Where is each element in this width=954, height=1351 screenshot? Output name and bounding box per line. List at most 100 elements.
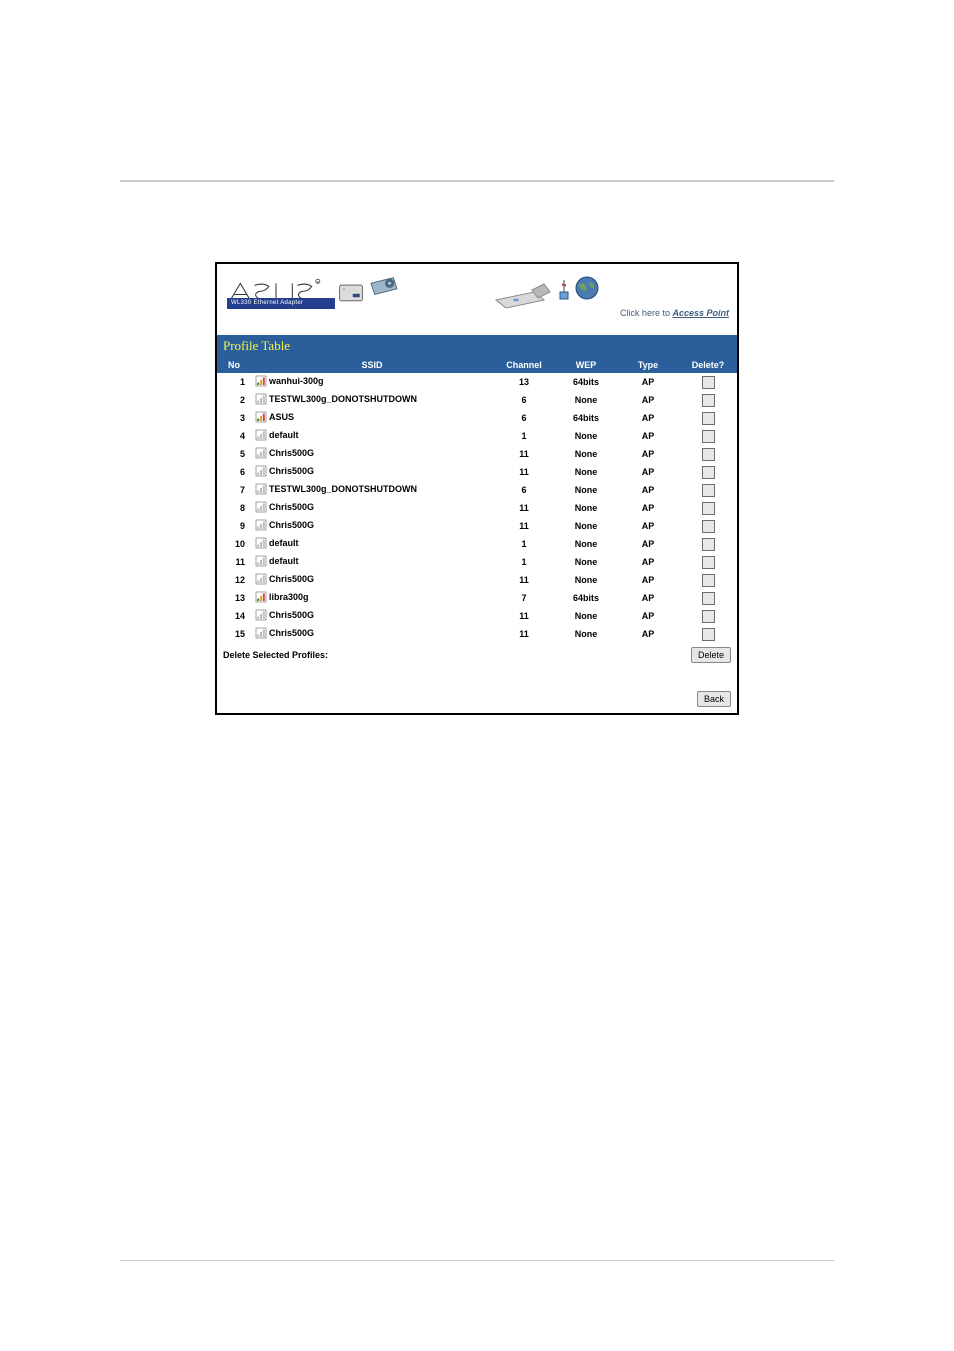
ssid-link[interactable]: libra300g bbox=[269, 592, 309, 602]
delete-checkbox[interactable] bbox=[702, 628, 715, 641]
cell-wep: 64bits bbox=[555, 409, 617, 427]
cell-type: AP bbox=[617, 409, 679, 427]
cell-ssid: Chris500G bbox=[251, 625, 493, 643]
ssid-link[interactable]: Chris500G bbox=[269, 520, 314, 530]
cell-ssid: default bbox=[251, 535, 493, 553]
cell-delete bbox=[679, 427, 737, 445]
cell-wep: None bbox=[555, 571, 617, 589]
cell-wep: None bbox=[555, 535, 617, 553]
cell-channel: 7 bbox=[493, 589, 555, 607]
cell-no: 15 bbox=[217, 625, 251, 643]
delete-button[interactable]: Delete bbox=[691, 647, 731, 663]
signal-icon bbox=[255, 447, 267, 459]
table-row: 3 ASUS664bitsAP bbox=[217, 409, 737, 427]
cell-no: 14 bbox=[217, 607, 251, 625]
signal-icon bbox=[255, 519, 267, 531]
delete-checkbox[interactable] bbox=[702, 430, 715, 443]
ap-tower-icon bbox=[557, 278, 571, 300]
ssid-link[interactable]: wanhui-300g bbox=[269, 376, 324, 386]
cell-wep: None bbox=[555, 427, 617, 445]
cell-no: 4 bbox=[217, 427, 251, 445]
ssid-link[interactable]: Chris500G bbox=[269, 628, 314, 638]
cell-ssid: Chris500G bbox=[251, 499, 493, 517]
product-label: WL330 Ethernet Adapter bbox=[227, 298, 335, 309]
cell-ssid: wanhui-300g bbox=[251, 373, 493, 391]
cell-type: AP bbox=[617, 589, 679, 607]
cell-type: AP bbox=[617, 499, 679, 517]
signal-icon bbox=[255, 609, 267, 621]
cell-wep: None bbox=[555, 481, 617, 499]
cell-ssid: Chris500G bbox=[251, 445, 493, 463]
delete-checkbox[interactable] bbox=[702, 556, 715, 569]
delete-checkbox[interactable] bbox=[702, 466, 715, 479]
ssid-link[interactable]: default bbox=[269, 538, 299, 548]
table-row: 2 TESTWL300g_DONOTSHUTDOWN6NoneAP bbox=[217, 391, 737, 409]
signal-icon bbox=[255, 501, 267, 513]
delete-checkbox[interactable] bbox=[702, 502, 715, 515]
ssid-link[interactable]: default bbox=[269, 556, 299, 566]
cell-channel: 11 bbox=[493, 499, 555, 517]
cell-delete bbox=[679, 463, 737, 481]
delete-checkbox[interactable] bbox=[702, 592, 715, 605]
cell-type: AP bbox=[617, 445, 679, 463]
delete-checkbox[interactable] bbox=[702, 520, 715, 533]
delete-checkbox[interactable] bbox=[702, 484, 715, 497]
delete-checkbox[interactable] bbox=[702, 376, 715, 389]
delete-checkbox[interactable] bbox=[702, 394, 715, 407]
delete-row: Delete Selected Profiles: Delete bbox=[217, 643, 737, 667]
table-row: 4 default 1NoneAP bbox=[217, 427, 737, 445]
access-point-link[interactable]: Access Point bbox=[672, 308, 729, 318]
cell-ssid: Chris500G bbox=[251, 571, 493, 589]
delete-checkbox[interactable] bbox=[702, 412, 715, 425]
cell-channel: 1 bbox=[493, 427, 555, 445]
cell-delete bbox=[679, 625, 737, 643]
cell-type: AP bbox=[617, 535, 679, 553]
cell-no: 13 bbox=[217, 589, 251, 607]
delete-checkbox[interactable] bbox=[702, 448, 715, 461]
ssid-link[interactable]: default bbox=[269, 430, 299, 440]
table-row: 15 Chris500G11NoneAP bbox=[217, 625, 737, 643]
cell-delete bbox=[679, 373, 737, 391]
col-delete: Delete? bbox=[679, 357, 737, 373]
cell-ssid: TESTWL300g_DONOTSHUTDOWN bbox=[251, 391, 493, 409]
ssid-link[interactable]: Chris500G bbox=[269, 502, 314, 512]
cell-wep: None bbox=[555, 607, 617, 625]
cell-ssid: default bbox=[251, 553, 493, 571]
delete-checkbox[interactable] bbox=[702, 538, 715, 551]
back-button[interactable]: Back bbox=[697, 691, 731, 707]
cell-wep: 64bits bbox=[555, 373, 617, 391]
cell-channel: 11 bbox=[493, 571, 555, 589]
cell-channel: 11 bbox=[493, 517, 555, 535]
table-row: 7 TESTWL300g_DONOTSHUTDOWN6NoneAP bbox=[217, 481, 737, 499]
ssid-link[interactable]: TESTWL300g_DONOTSHUTDOWN bbox=[269, 484, 417, 494]
cell-wep: None bbox=[555, 517, 617, 535]
cell-channel: 6 bbox=[493, 409, 555, 427]
cell-ssid: TESTWL300g_DONOTSHUTDOWN bbox=[251, 481, 493, 499]
cell-type: AP bbox=[617, 517, 679, 535]
cell-type: AP bbox=[617, 427, 679, 445]
ssid-link[interactable]: TESTWL300g_DONOTSHUTDOWN bbox=[269, 394, 417, 404]
cell-ssid: Chris500G bbox=[251, 517, 493, 535]
cell-wep: None bbox=[555, 391, 617, 409]
signal-icon bbox=[255, 465, 267, 477]
profile-table-title: Profile Table bbox=[217, 335, 737, 357]
cell-type: AP bbox=[617, 625, 679, 643]
ssid-link[interactable]: ASUS bbox=[269, 412, 294, 422]
cell-type: AP bbox=[617, 607, 679, 625]
ssid-link[interactable]: Chris500G bbox=[269, 574, 314, 584]
top-divider bbox=[120, 180, 834, 182]
ssid-link[interactable]: Chris500G bbox=[269, 448, 314, 458]
cell-delete bbox=[679, 409, 737, 427]
cell-no: 9 bbox=[217, 517, 251, 535]
ssid-link[interactable]: Chris500G bbox=[269, 466, 314, 476]
cell-ssid: libra300g bbox=[251, 589, 493, 607]
delete-checkbox[interactable] bbox=[702, 610, 715, 623]
cell-delete bbox=[679, 481, 737, 499]
delete-checkbox[interactable] bbox=[702, 574, 715, 587]
cell-no: 2 bbox=[217, 391, 251, 409]
signal-icon bbox=[255, 573, 267, 585]
cell-channel: 6 bbox=[493, 391, 555, 409]
cell-no: 7 bbox=[217, 481, 251, 499]
delete-selected-label: Delete Selected Profiles: bbox=[223, 650, 328, 660]
ssid-link[interactable]: Chris500G bbox=[269, 610, 314, 620]
